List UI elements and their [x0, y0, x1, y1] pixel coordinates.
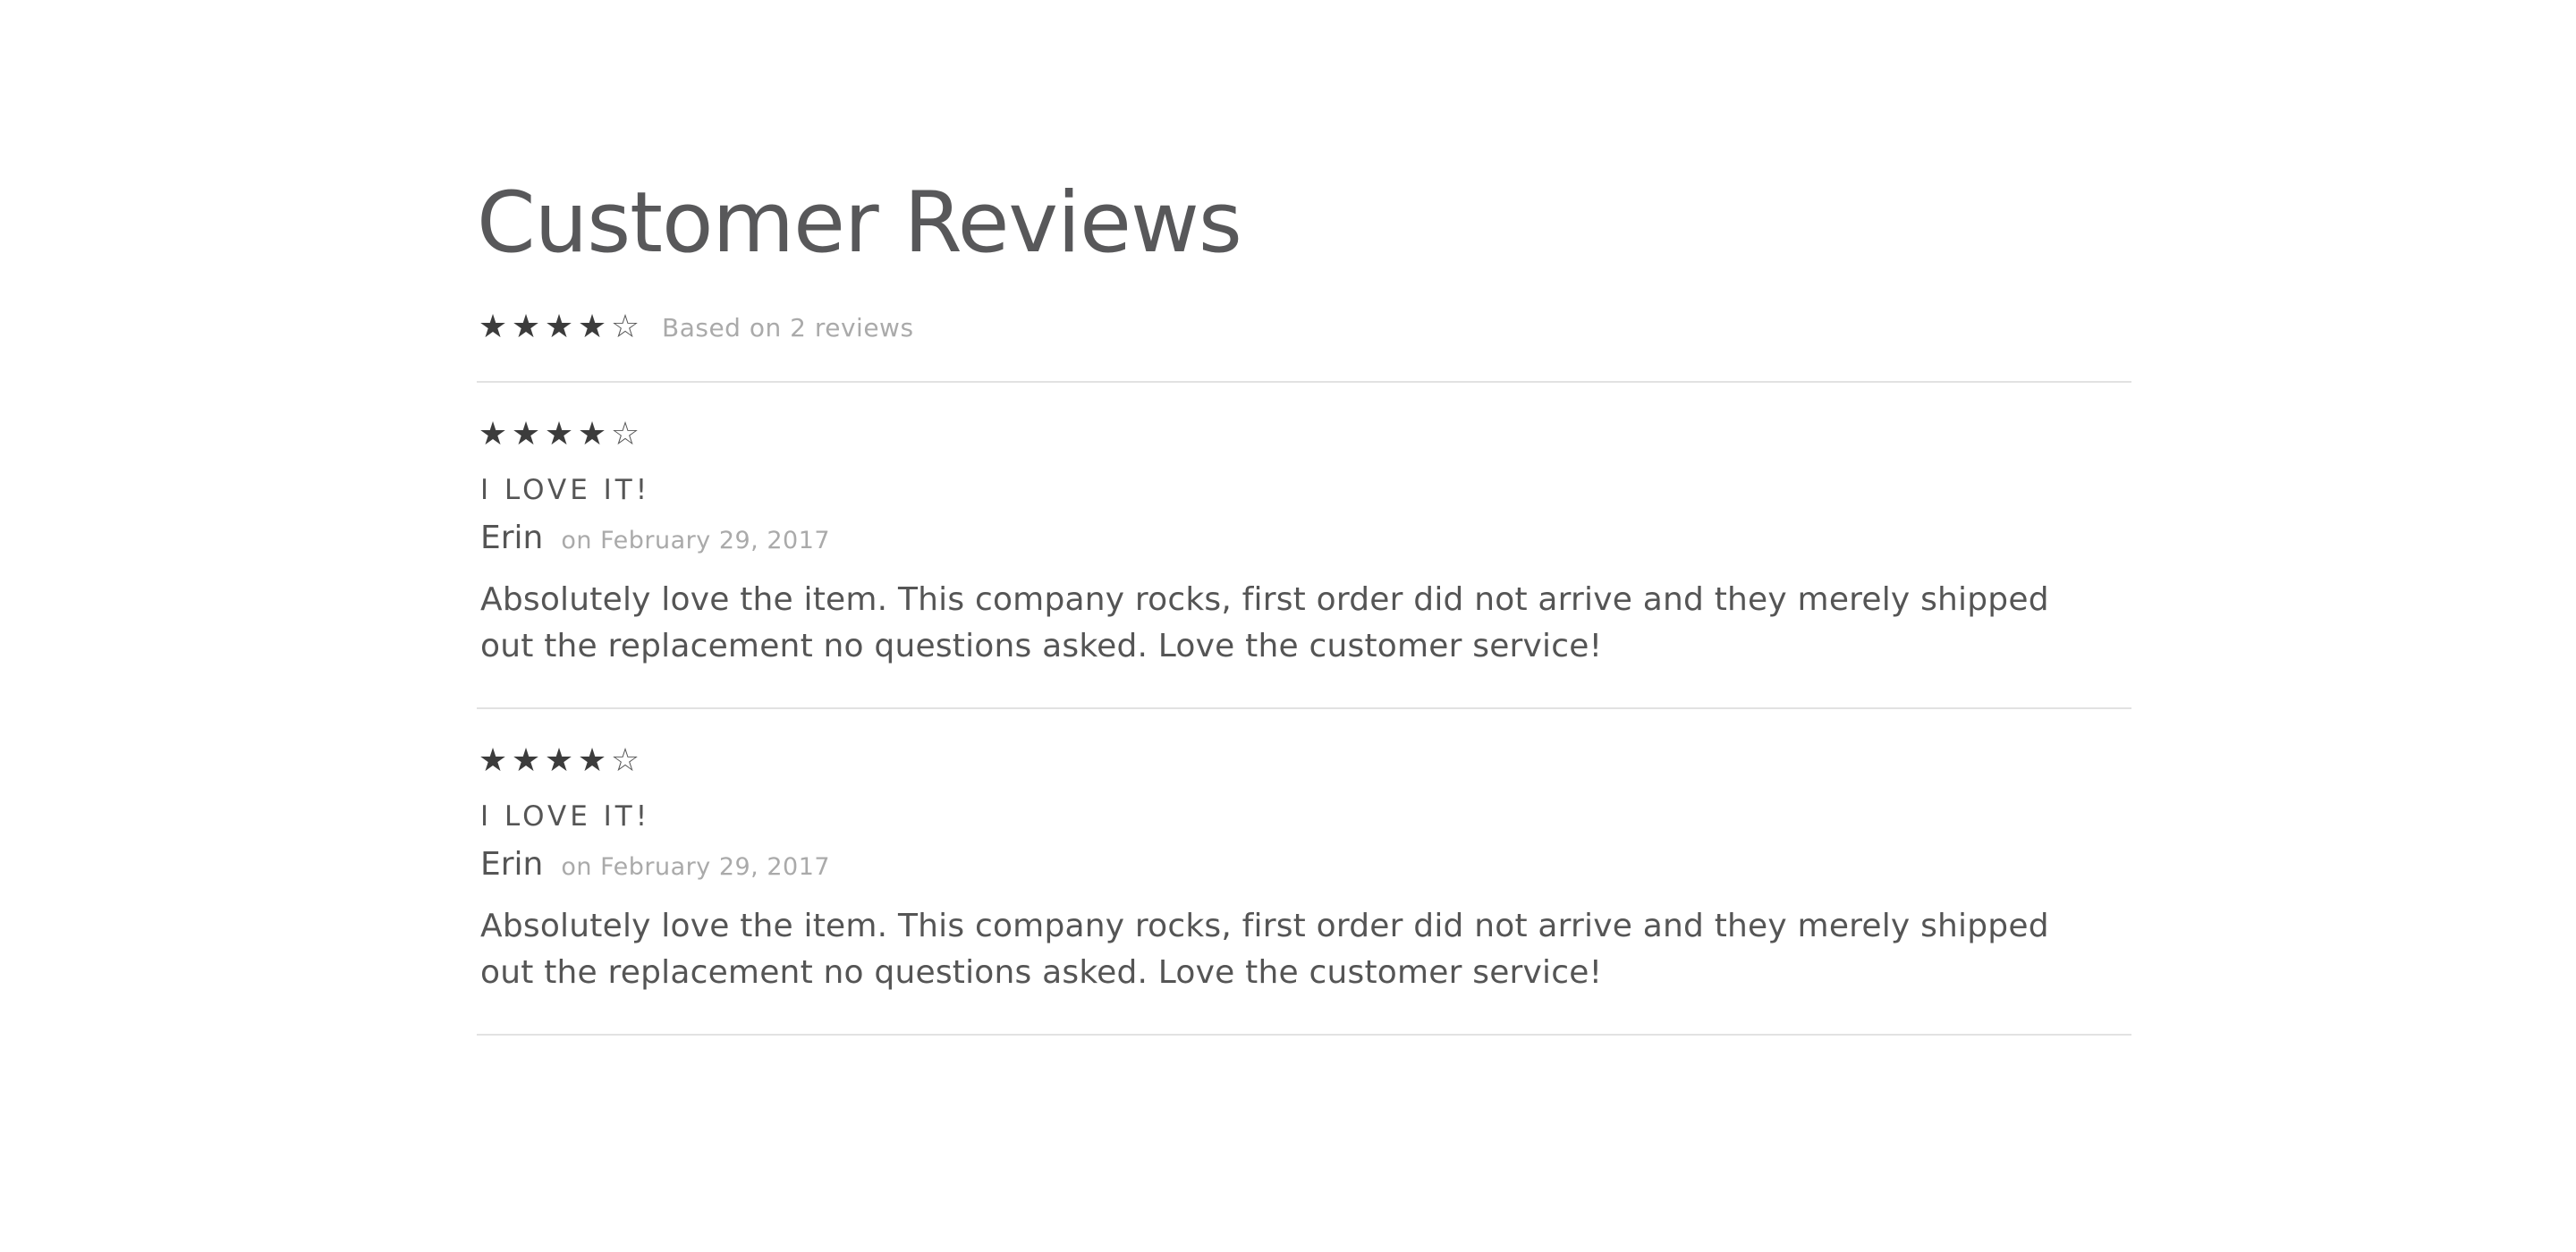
- star-icon: ★: [511, 742, 541, 779]
- star-empty-icon: ☆: [610, 416, 640, 453]
- review-date: on February 29, 2017: [561, 853, 831, 881]
- review-star-rating: ★ ★ ★ ★ ☆: [477, 417, 2128, 453]
- customer-reviews-section: Customer Reviews ★ ★ ★ ★ ☆ Based on 2 re…: [477, 170, 2131, 1036]
- review-meta: Erin on February 29, 2017: [480, 519, 2128, 561]
- summary-star-rating: ★ ★ ★ ★ ☆: [477, 309, 642, 345]
- star-icon: ★: [577, 416, 607, 453]
- review-body: Absolutely love the item. This company r…: [480, 908, 2049, 991]
- review-author: Erin: [480, 520, 544, 556]
- page-title: Customer Reviews: [477, 174, 1242, 272]
- review-item: ★ ★ ★ ★ ☆ I LOVE IT! Erin on February 29…: [477, 383, 2131, 709]
- star-empty-icon: ☆: [610, 742, 640, 779]
- review-star-rating: ★ ★ ★ ★ ☆: [477, 743, 2128, 779]
- reviews-summary: ★ ★ ★ ★ ☆ Based on 2 reviews: [477, 302, 2131, 383]
- star-icon: ★: [544, 416, 574, 453]
- review-body: Absolutely love the item. This company r…: [480, 581, 2049, 664]
- star-icon: ★: [478, 416, 508, 453]
- review-item: ★ ★ ★ ★ ☆ I LOVE IT! Erin on February 29…: [477, 709, 2131, 1036]
- review-meta: Erin on February 29, 2017: [480, 845, 2128, 887]
- star-icon: ★: [478, 742, 508, 779]
- reviews-count-text: Based on 2 reviews: [662, 312, 914, 343]
- star-icon: ★: [511, 416, 541, 453]
- star-icon: ★: [577, 309, 607, 345]
- star-icon: ★: [544, 309, 574, 345]
- star-empty-icon: ☆: [610, 309, 640, 345]
- review-title: I LOVE IT!: [480, 800, 651, 833]
- star-icon: ★: [544, 742, 574, 779]
- review-author: Erin: [480, 846, 544, 883]
- review-title: I LOVE IT!: [480, 474, 651, 506]
- star-icon: ★: [478, 309, 508, 345]
- star-icon: ★: [577, 742, 607, 779]
- star-icon: ★: [511, 309, 541, 345]
- review-date: on February 29, 2017: [561, 527, 831, 554]
